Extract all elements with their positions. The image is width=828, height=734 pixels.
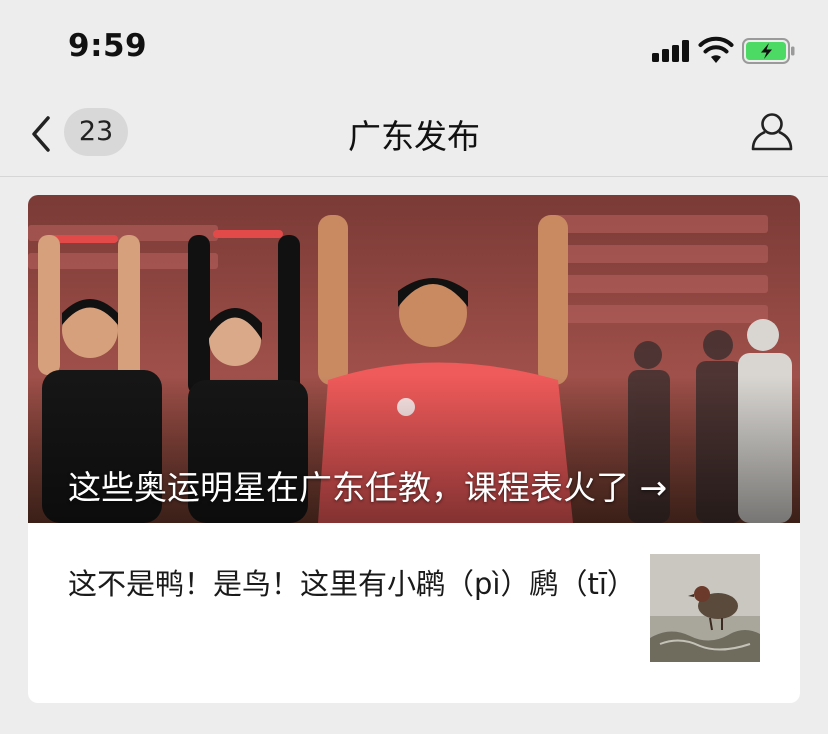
person-icon[interactable] (750, 110, 794, 154)
sub-article-title: 这不是鸭！是鸟！这里有小䴙（pì）䴘（tī） (68, 567, 636, 601)
page-title: 广东发布 (348, 117, 480, 156)
cellular-signal-icon (652, 40, 692, 62)
article-card: 这些奥运明星在广东任教，课程表火了 → 这不是鸭！是鸟！这里有小䴙（pì）䴘（t… (28, 195, 800, 703)
cover-article[interactable]: 这些奥运明星在广东任教，课程表火了 → (28, 195, 800, 523)
wifi-icon (698, 36, 734, 63)
cover-article-title: 这些奥运明星在广东任教，课程表火了 → (68, 468, 668, 507)
status-bar: 9:59 (0, 0, 828, 96)
nav-bar: 23 广东发布 (0, 96, 828, 177)
status-time: 9:59 (68, 28, 148, 64)
sub-article-item[interactable]: 这不是鸭！是鸟！这里有小䴙（pì）䴘（tī） (28, 523, 800, 703)
battery-charging-icon (742, 38, 795, 64)
bird-thumbnail-image (650, 554, 760, 662)
